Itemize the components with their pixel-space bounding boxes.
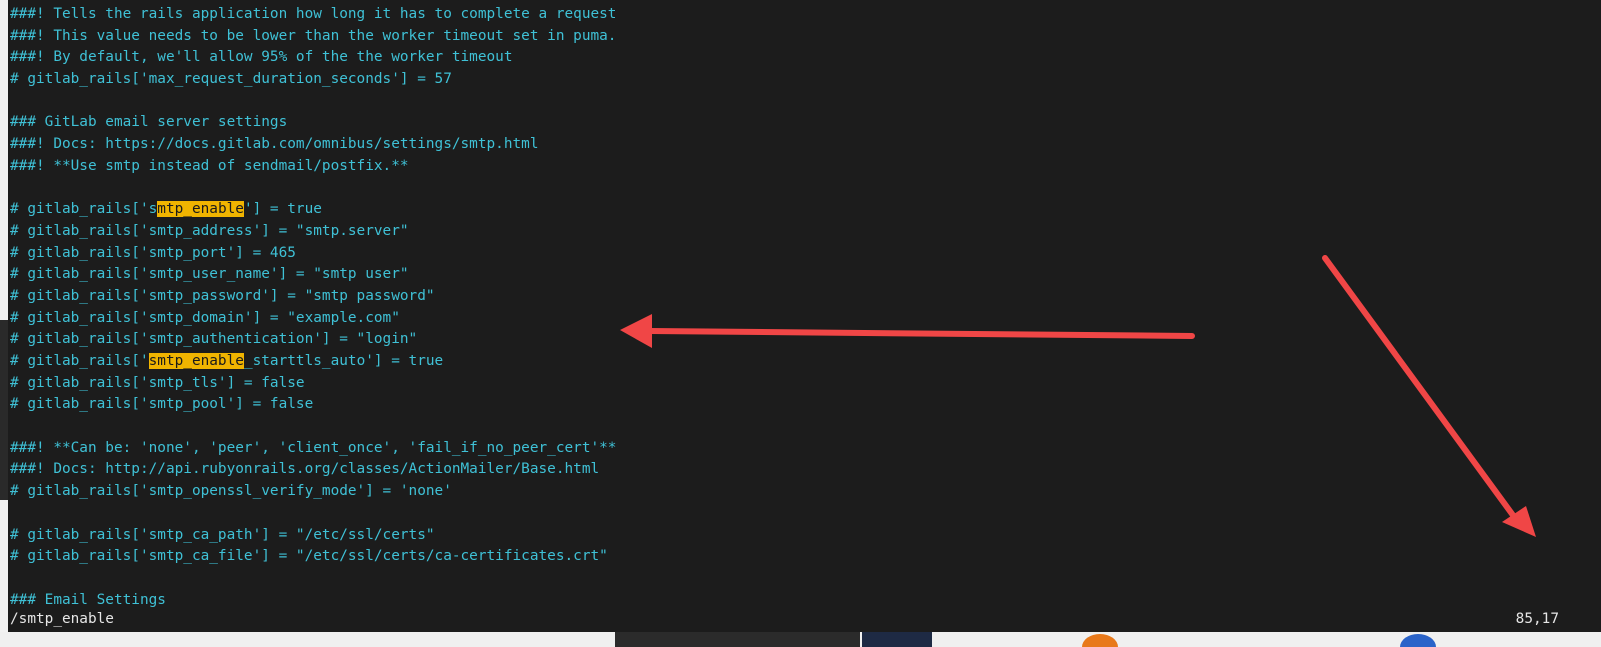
editor-line: # gitlab_rails['smtp_tls'] = false <box>10 373 616 395</box>
vim-status-bar: /smtp_enable 85,17 <box>8 608 1601 630</box>
editor-line: # gitlab_rails['max_request_duration_sec… <box>10 69 616 91</box>
code-text: ###! **Can be: 'none', 'peer', 'client_o… <box>10 439 617 456</box>
code-text: # gitlab_rails['smtp_domain'] = "example… <box>10 309 400 326</box>
background-app-icon <box>1082 634 1118 647</box>
background-window-edge <box>0 0 8 647</box>
editor-line: ###! This value needs to be lower than t… <box>10 26 616 48</box>
code-text: # gitlab_rails[' <box>10 353 149 369</box>
search-match-highlight: mtp_enable <box>157 201 244 218</box>
editor-line: # gitlab_rails['smtp_password'] = "smtp … <box>10 286 616 308</box>
code-text: # gitlab_rails['smtp_port'] = 465 <box>10 244 296 261</box>
editor-line: ### GitLab email server settings <box>10 112 616 134</box>
desktop-screen: ###! Tells the rails application how lon… <box>0 0 1601 647</box>
editor-line: ###! **Can be: 'none', 'peer', 'client_o… <box>10 438 616 460</box>
editor-line: # gitlab_rails['smtp_domain'] = "example… <box>10 308 616 330</box>
code-text: # gitlab_rails['smtp_ca_path'] = "/etc/s… <box>10 526 435 543</box>
editor-line: # gitlab_rails['smtp_enable'] = true <box>10 199 616 221</box>
code-text: # gitlab_rails['smtp_pool'] = false <box>10 396 314 413</box>
cursor-position-indicator: 85,17 <box>1515 611 1559 627</box>
editor-line: # gitlab_rails['smtp_pool'] = false <box>10 394 616 416</box>
code-text: # gitlab_rails['max_request_duration_sec… <box>10 71 452 88</box>
editor-line: # gitlab_rails['smtp_user_name'] = "smtp… <box>10 264 616 286</box>
code-text: # gitlab_rails['smtp_authentication'] = … <box>10 331 418 348</box>
editor-line: # gitlab_rails['smtp_ca_file'] = "/etc/s… <box>10 546 616 568</box>
code-text: ### GitLab email server settings <box>10 114 288 131</box>
code-text: ### Email Settings <box>10 591 166 608</box>
editor-line: # gitlab_rails['smtp_openssl_verify_mode… <box>10 481 616 503</box>
vim-command-line[interactable]: /smtp_enable <box>10 608 114 630</box>
code-text: # gitlab_rails['smtp_openssl_verify_mode… <box>10 483 452 500</box>
editor-line: ###! By default, we'll allow 95% of the … <box>10 47 616 69</box>
editor-line: # gitlab_rails['smtp_ca_path'] = "/etc/s… <box>10 525 616 547</box>
background-app-icon <box>1400 634 1436 647</box>
code-text: # gitlab_rails['smtp_tls'] = false <box>10 374 305 391</box>
editor-line: ###! Tells the rails application how lon… <box>10 4 616 26</box>
code-text: ###! Docs: https://docs.gitlab.com/omnib… <box>10 136 539 153</box>
editor-line: ###! Docs: https://docs.gitlab.com/omnib… <box>10 134 616 156</box>
search-match-highlight: smtp_enable <box>148 353 244 369</box>
code-text: ###! Tells the rails application how lon… <box>10 6 617 22</box>
editor-line: # gitlab_rails['smtp_port'] = 465 <box>10 243 616 265</box>
editor-line: # gitlab_rails['smtp_enable_starttls_aut… <box>10 351 616 373</box>
code-text: # gitlab_rails['s <box>10 201 158 218</box>
code-text: ###! By default, we'll allow 95% of the … <box>10 49 513 66</box>
code-text: # gitlab_rails['smtp_address'] = "smtp.s… <box>10 222 409 239</box>
editor-line: ###! **Use smtp instead of sendmail/post… <box>10 156 616 178</box>
background-window-dark-panel <box>0 320 8 500</box>
editor-line: ###! Docs: http://api.rubyonrails.org/cl… <box>10 459 616 481</box>
background-window-strip <box>615 632 860 647</box>
code-text: # gitlab_rails['smtp_user_name'] = "smtp… <box>10 266 409 283</box>
terminal-window[interactable]: ###! Tells the rails application how lon… <box>8 0 1601 632</box>
background-taskbar-strip <box>0 632 1601 647</box>
code-text: # gitlab_rails['smtp_ca_file'] = "/etc/s… <box>10 548 608 565</box>
code-text: _starttls_auto'] = true <box>243 353 444 369</box>
code-text: ###! This value needs to be lower than t… <box>10 27 617 44</box>
code-text: '] = true <box>243 201 322 218</box>
background-thumbnail <box>862 632 932 647</box>
editor-line: # gitlab_rails['smtp_address'] = "smtp.s… <box>10 221 616 243</box>
editor-line: # gitlab_rails['smtp_authentication'] = … <box>10 329 616 351</box>
code-text: ###! **Use smtp instead of sendmail/post… <box>10 157 409 174</box>
code-text: ###! Docs: http://api.rubyonrails.org/cl… <box>10 461 600 478</box>
vim-editor-buffer[interactable]: ###! Tells the rails application how lon… <box>10 4 616 611</box>
code-text: # gitlab_rails['smtp_password'] = "smtp … <box>10 287 435 304</box>
